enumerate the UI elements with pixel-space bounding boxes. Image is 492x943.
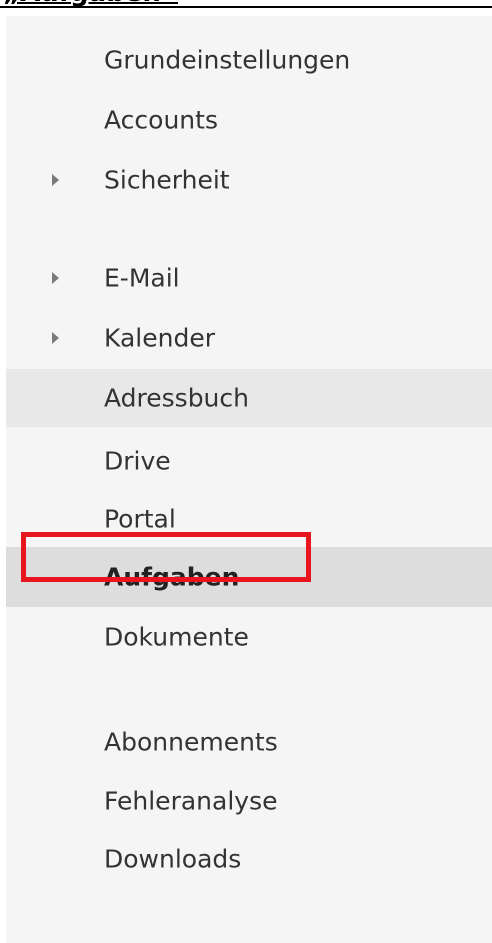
heading-divider: [0, 6, 492, 8]
sidebar-item-label: Kalender: [104, 323, 215, 353]
sidebar-item-abonnements[interactable]: Abonnements: [6, 721, 492, 763]
sidebar-item-label: Portal: [104, 504, 176, 534]
sidebar-item-label: Accounts: [104, 105, 218, 135]
expand-caret-icon[interactable]: [52, 332, 59, 344]
sidebar-item-label: Aufgaben: [104, 562, 240, 592]
sidebar-item-label: Adressbuch: [104, 383, 249, 413]
page-heading-cropped: „Aufgaben“: [0, 0, 492, 10]
sidebar-item-adressbuch[interactable]: Adressbuch: [6, 369, 492, 427]
sidebar-item-label: Grundeinstellungen: [104, 45, 351, 75]
sidebar-item-kalender[interactable]: Kalender: [6, 317, 492, 359]
sidebar-item-label: Downloads: [104, 844, 242, 874]
sidebar-item-drive[interactable]: Drive: [6, 440, 492, 482]
sidebar-item-label: Sicherheit: [104, 165, 230, 195]
sidebar-item-grundeinstellungen[interactable]: Grundeinstellungen: [6, 39, 492, 81]
sidebar-item-fehleranalyse[interactable]: Fehleranalyse: [6, 780, 492, 822]
expand-caret-icon[interactable]: [52, 272, 59, 284]
sidebar-item-label: E-Mail: [104, 263, 180, 293]
sidebar-item-sicherheit[interactable]: Sicherheit: [6, 159, 492, 201]
sidebar-item-label: Fehleranalyse: [104, 786, 278, 816]
settings-sidebar: Grundeinstellungen Accounts Sicherheit E…: [6, 16, 492, 943]
sidebar-item-dokumente[interactable]: Dokumente: [6, 616, 492, 658]
sidebar-item-downloads[interactable]: Downloads: [6, 838, 492, 880]
sidebar-item-label: Abonnements: [104, 727, 278, 757]
sidebar-item-label: Dokumente: [104, 622, 249, 652]
expand-caret-icon[interactable]: [52, 174, 59, 186]
sidebar-item-accounts[interactable]: Accounts: [6, 99, 492, 141]
settings-page: „Aufgaben“ Grundeinstellungen Accounts S…: [0, 0, 492, 943]
sidebar-item-email[interactable]: E-Mail: [6, 257, 492, 299]
sidebar-item-portal[interactable]: Portal: [6, 498, 492, 540]
sidebar-item-aufgaben[interactable]: Aufgaben: [6, 547, 492, 607]
sidebar-item-label: Drive: [104, 446, 171, 476]
